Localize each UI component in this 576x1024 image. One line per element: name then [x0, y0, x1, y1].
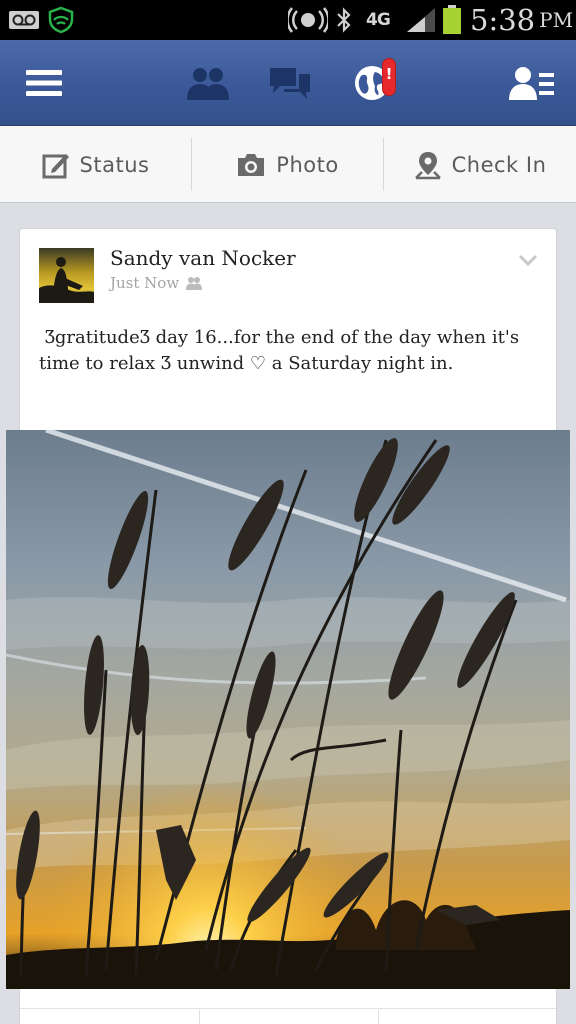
post-footer	[19, 990, 557, 1024]
photo-button[interactable]: Photo	[192, 126, 383, 203]
composer-action-bar: Status Photo Check In	[0, 126, 576, 203]
footer-action-divider	[378, 1010, 379, 1024]
shield-icon	[48, 0, 74, 40]
clock-ampm: PM	[539, 8, 574, 32]
menu-button[interactable]	[12, 40, 76, 126]
network-type: 4G	[366, 10, 391, 30]
app-header: !	[0, 40, 576, 126]
battery-icon	[442, 0, 462, 40]
friend-list-button[interactable]	[500, 40, 564, 126]
location-pin-icon	[414, 151, 441, 179]
post-author[interactable]: Sandy van Nocker	[110, 246, 296, 270]
clock: 5:38 PM	[470, 0, 573, 40]
post-time-text: Just Now	[110, 274, 180, 292]
check-in-button[interactable]: Check In	[384, 126, 576, 203]
friend-requests-icon	[187, 68, 229, 100]
friend-requests-button[interactable]	[176, 40, 240, 126]
messages-icon	[270, 68, 310, 99]
messages-button[interactable]	[258, 40, 322, 126]
post-options-button[interactable]	[518, 251, 538, 270]
notification-badge: !	[382, 58, 396, 96]
footer-divider	[20, 1008, 556, 1009]
post-photo[interactable]	[6, 430, 570, 989]
bluetooth-icon	[335, 0, 353, 40]
check-in-label: Check In	[451, 152, 547, 177]
signal-icon	[406, 0, 436, 40]
footer-action-divider	[199, 1010, 200, 1024]
status-bar: 4G 5:38 PM	[0, 0, 576, 40]
nfc-icon	[288, 0, 328, 40]
post-timestamp: Just Now	[110, 274, 203, 292]
friend-list-icon	[509, 67, 554, 100]
status-label: Status	[79, 152, 150, 177]
voicemail-icon	[8, 0, 40, 40]
friends-audience-icon	[186, 277, 203, 290]
photo-label: Photo	[276, 152, 339, 177]
camera-icon	[238, 153, 265, 176]
avatar[interactable]	[39, 248, 94, 303]
edit-icon	[42, 153, 69, 178]
clock-time: 5:38	[470, 3, 536, 37]
menu-icon	[26, 70, 62, 96]
chevron-down-icon	[518, 254, 538, 267]
status-button[interactable]: Status	[0, 126, 191, 203]
post-text: ƷgratitudeƷ day 16...for the end of the …	[39, 327, 520, 374]
